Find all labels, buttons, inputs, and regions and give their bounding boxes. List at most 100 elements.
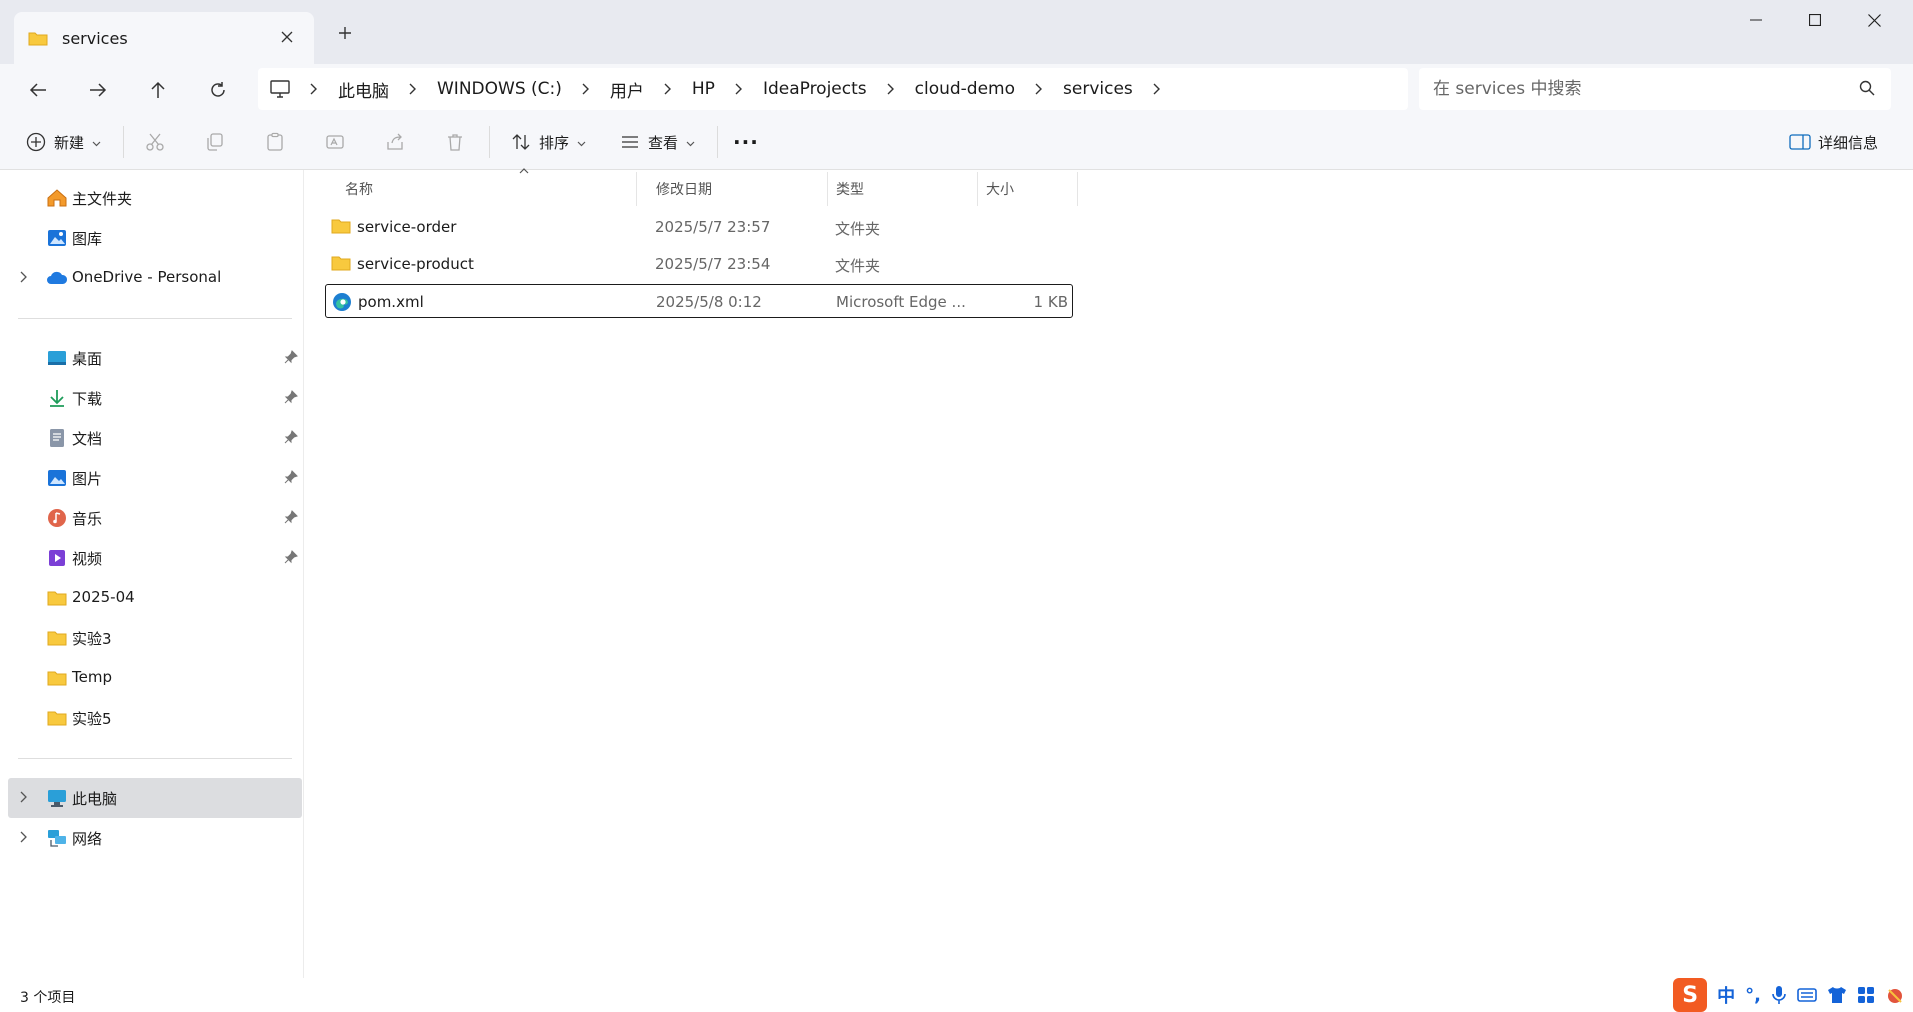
folder-icon (331, 219, 351, 234)
breadcrumb-ideaprojects[interactable]: IdeaProjects (753, 79, 877, 99)
chevron-right-icon[interactable] (20, 830, 28, 844)
title-bar: services (0, 0, 1913, 64)
copy-button[interactable] (197, 124, 233, 160)
ime-punctuation-toggle[interactable]: °, (1745, 985, 1761, 1006)
new-label: 新建 (54, 133, 85, 152)
details-label: 详细信息 (1818, 133, 1879, 152)
breadcrumb-users[interactable]: 用户 (600, 77, 654, 102)
sidebar-item-music[interactable]: 音乐 (8, 498, 302, 538)
document-icon (50, 429, 64, 447)
chevron-right-icon[interactable] (1025, 83, 1053, 95)
chevron-right-icon[interactable] (399, 83, 427, 95)
pin-icon[interactable] (284, 390, 298, 404)
scissors-icon (137, 124, 173, 160)
pin-icon[interactable] (284, 510, 298, 524)
back-button[interactable] (20, 72, 56, 108)
folder-icon (47, 671, 67, 686)
sidebar-item-experiment-3[interactable]: 实验3 (8, 618, 302, 658)
table-row[interactable]: pom.xml 2025/5/8 0:12 Microsoft Edge ...… (325, 284, 1073, 318)
sort-label: 排序 (539, 133, 570, 152)
copy-icon (197, 124, 233, 160)
column-header-size[interactable]: 大小 (978, 172, 1078, 206)
share-button[interactable] (377, 124, 413, 160)
tab-title: services (62, 28, 128, 48)
chevron-right-icon[interactable] (20, 270, 28, 284)
column-header-date[interactable]: 修改日期 (648, 172, 828, 206)
ime-extra-icon[interactable] (1885, 986, 1905, 1004)
column-header-type[interactable]: 类型 (828, 172, 978, 206)
toolbar-divider (717, 126, 718, 158)
close-tab-icon[interactable] (276, 26, 298, 48)
folder-icon (47, 711, 67, 726)
chevron-down-icon (686, 133, 695, 151)
sort-button[interactable]: 排序 (503, 124, 586, 160)
clipboard-icon (257, 124, 293, 160)
breadcrumb-cloud-demo[interactable]: cloud-demo (905, 79, 1025, 99)
list-view-icon (612, 124, 648, 160)
view-button[interactable]: 查看 (612, 124, 695, 160)
details-pane-button[interactable]: 详细信息 (1782, 124, 1878, 160)
sidebar-item-downloads[interactable]: 下载 (8, 378, 302, 418)
search-input[interactable] (1433, 79, 1833, 99)
sort-ascending-icon (519, 168, 529, 174)
chevron-right-icon[interactable] (877, 83, 905, 95)
sidebar-item-documents[interactable]: 文档 (8, 418, 302, 458)
breadcrumb-windows-c[interactable]: WINDOWS (C:) (427, 79, 572, 99)
sidebar-item-gallery[interactable]: 图库 (8, 218, 302, 258)
address-bar[interactable]: 此电脑 WINDOWS (C:) 用户 HP IdeaProjects clou… (258, 68, 1408, 110)
rename-button[interactable] (317, 124, 353, 160)
pin-icon[interactable] (284, 550, 298, 564)
microphone-icon[interactable] (1771, 985, 1787, 1005)
sidebar-item-onedrive[interactable]: OneDrive - Personal (8, 258, 302, 298)
sogou-ime-logo[interactable]: S (1673, 978, 1708, 1012)
tab-services[interactable]: services (14, 12, 314, 64)
paste-button[interactable] (257, 124, 293, 160)
more-options-button[interactable]: ··· (733, 124, 759, 160)
search-icon[interactable] (1859, 80, 1875, 96)
arrow-up-icon (151, 81, 165, 98)
table-row[interactable]: service-order 2025/5/7 23:57 文件夹 (325, 210, 1073, 244)
chevron-right-icon[interactable] (20, 790, 28, 804)
pin-icon[interactable] (284, 430, 298, 444)
sidebar-item-experiment-5[interactable]: 实验5 (8, 698, 302, 738)
network-icon (48, 830, 66, 847)
forward-button[interactable] (80, 72, 116, 108)
chevron-right-icon[interactable] (572, 83, 600, 95)
new-button[interactable]: 新建 (18, 124, 101, 160)
sidebar-item-network[interactable]: 网络 (8, 818, 302, 858)
sidebar-item-temp[interactable]: Temp (8, 658, 302, 698)
cut-button[interactable] (137, 124, 173, 160)
refresh-button[interactable] (200, 72, 236, 108)
keyboard-icon[interactable] (1797, 987, 1817, 1003)
sidebar-item-home[interactable]: 主文件夹 (8, 178, 302, 218)
file-date: 2025/5/8 0:12 (656, 293, 762, 311)
chevron-right-icon[interactable] (654, 83, 682, 95)
chevron-down-icon (92, 133, 101, 151)
up-button[interactable] (140, 72, 176, 108)
pin-icon[interactable] (284, 470, 298, 484)
maximize-button[interactable] (1786, 0, 1844, 40)
breadcrumb-this-pc[interactable]: 此电脑 (328, 77, 399, 102)
minimize-button[interactable] (1727, 0, 1785, 40)
chevron-down-icon (577, 133, 586, 151)
maximize-icon (1809, 14, 1821, 26)
breadcrumb-services[interactable]: services (1053, 79, 1143, 99)
skin-icon[interactable] (1827, 986, 1847, 1004)
breadcrumb-hp[interactable]: HP (682, 79, 725, 99)
sidebar-item-videos[interactable]: 视频 (8, 538, 302, 578)
sidebar-item-this-pc[interactable]: 此电脑 (8, 778, 302, 818)
toolbox-icon[interactable] (1857, 986, 1875, 1004)
new-tab-button[interactable] (330, 18, 360, 48)
close-window-button[interactable] (1845, 0, 1903, 40)
sidebar-item-desktop[interactable]: 桌面 (8, 338, 302, 378)
chevron-right-icon[interactable] (300, 83, 328, 95)
ime-mode-toggle[interactable]: 中 (1717, 982, 1735, 1008)
chevron-right-icon[interactable] (725, 83, 753, 95)
column-header-name[interactable]: 名称 (337, 168, 637, 206)
sidebar-item-2025-04[interactable]: 2025-04 (8, 578, 302, 618)
delete-button[interactable] (437, 124, 473, 160)
sidebar-item-pictures[interactable]: 图片 (8, 458, 302, 498)
pin-icon[interactable] (284, 350, 298, 364)
table-row[interactable]: service-product 2025/5/7 23:54 文件夹 (325, 247, 1073, 281)
chevron-right-icon[interactable] (1143, 83, 1171, 95)
